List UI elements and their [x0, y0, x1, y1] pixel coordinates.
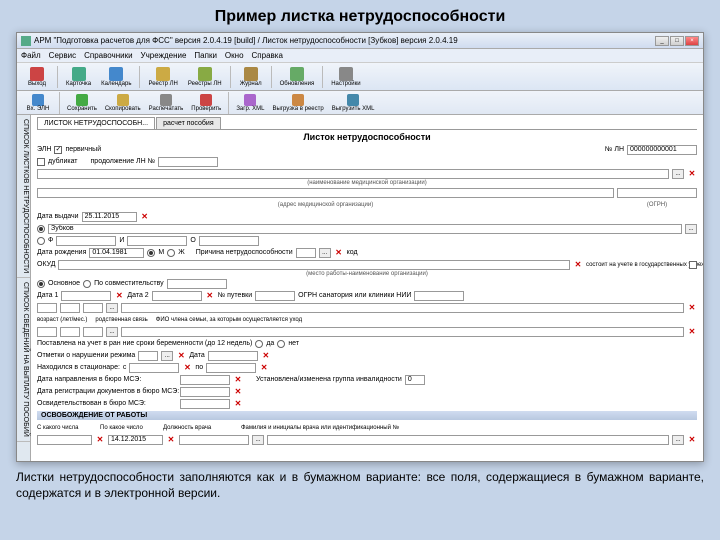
- age-m-input[interactable]: [60, 303, 80, 313]
- check-button[interactable]: Проверить: [188, 93, 224, 113]
- regime-code-input[interactable]: [138, 351, 158, 361]
- tab-benefit-calc[interactable]: расчет пособия: [156, 117, 221, 129]
- titlebar: АРМ "Подготовка расчетов для ФСС" версия…: [17, 33, 703, 49]
- gender-m-radio[interactable]: [147, 249, 155, 257]
- exit-button[interactable]: Выход: [21, 66, 53, 88]
- med-org-input[interactable]: [37, 169, 669, 179]
- app-icon: [21, 36, 31, 46]
- surname-input[interactable]: [56, 236, 116, 246]
- save-button[interactable]: Сохранить: [64, 93, 100, 113]
- okud-input[interactable]: [58, 260, 570, 270]
- name-input[interactable]: [127, 236, 187, 246]
- patient-name-input[interactable]: [48, 224, 682, 234]
- eln-label: ЭЛН: [37, 146, 51, 153]
- dob-input[interactable]: [89, 248, 144, 258]
- hosp-to-input[interactable]: [206, 363, 256, 373]
- tab-disability-sheet[interactable]: ЛИСТОК НЕТРУДОСПОСОБН...: [37, 117, 155, 129]
- patronymic-input[interactable]: [199, 236, 259, 246]
- doctor-fio-input[interactable]: [267, 435, 669, 445]
- cause-lookup[interactable]: ...: [319, 248, 331, 258]
- copy-button[interactable]: Скопировать: [102, 93, 144, 113]
- journal-button[interactable]: Журнал: [235, 66, 267, 88]
- register-button[interactable]: Реестр ЛН: [144, 66, 181, 88]
- tabstrip: ЛИСТОК НЕТРУДОСПОСОБН... расчет пособия: [37, 117, 697, 130]
- settings-button[interactable]: Настройки: [327, 66, 364, 88]
- hosp-from-input[interactable]: [129, 363, 179, 373]
- vertical-tabs: СПИСОК ЛИСТКОВ НЕТРУДОСПОСОБНОСТИ СПИСОК…: [17, 115, 31, 461]
- main-work-radio[interactable]: [37, 280, 45, 288]
- close-button[interactable]: ×: [685, 36, 699, 46]
- vtab-payment-info[interactable]: СПИСОК СВЕДЕНИЙ НА ВЫПЛАТУ ПОСОБИЙ: [17, 278, 30, 442]
- clear-icon[interactable]: ✕: [140, 212, 150, 222]
- clear-icon[interactable]: ✕: [334, 248, 344, 258]
- preg-no-radio[interactable]: [277, 340, 285, 348]
- doctor-position-input[interactable]: [179, 435, 249, 445]
- menu-file[interactable]: Файл: [21, 51, 41, 60]
- primary-checkbox[interactable]: [54, 146, 62, 154]
- statusbar: В локальной базе 1 АРМ ЛН; 1 Сведение(й)…: [17, 461, 703, 462]
- date2-input[interactable]: [152, 291, 202, 301]
- clear-icon[interactable]: ✕: [687, 169, 697, 179]
- load-eln-button[interactable]: Вх. ЭЛН: [21, 93, 55, 113]
- continuation-input[interactable]: [158, 157, 218, 167]
- parttime-num-input[interactable]: [167, 279, 227, 289]
- ogrn-san-input[interactable]: [414, 291, 464, 301]
- app-window: АРМ "Подготовка расчетов для ФСС" версия…: [16, 32, 704, 462]
- sub-toolbar: Вх. ЭЛН Сохранить Скопировать Распечатат…: [17, 91, 703, 115]
- parttime-radio[interactable]: [83, 280, 91, 288]
- load-xml-button[interactable]: Загр. XML: [233, 93, 267, 113]
- updates-button[interactable]: Обновления: [276, 66, 319, 88]
- calendar-button[interactable]: Календарь: [97, 66, 135, 88]
- cause-code-input[interactable]: [296, 248, 316, 258]
- print-button[interactable]: Распечатать: [146, 93, 187, 113]
- patient-lookup[interactable]: ...: [685, 224, 697, 234]
- gender-f-radio[interactable]: [167, 249, 175, 257]
- release-from-input[interactable]: [37, 435, 92, 445]
- mse-dir-input[interactable]: [180, 375, 230, 385]
- form-area: ЛИСТОК НЕТРУДОСПОСОБН... расчет пособия …: [31, 115, 703, 461]
- rel-input[interactable]: [83, 303, 103, 313]
- mse-reg-input[interactable]: [180, 387, 230, 397]
- main-toolbar: Выход Карточка Календарь Реестр ЛН Реест…: [17, 63, 703, 91]
- export-register-button[interactable]: Выгрузка в реестр: [269, 93, 326, 113]
- form-title: Листок нетрудоспособности: [37, 132, 697, 142]
- slide-footer: Листки нетрудоспособности заполняются ка…: [16, 470, 704, 501]
- export-xml-button[interactable]: Выгрузить XML: [329, 93, 378, 113]
- care-fio-input[interactable]: [121, 303, 684, 313]
- maximize-button[interactable]: □: [670, 36, 684, 46]
- slide-title: Пример листка нетрудоспособности: [16, 8, 704, 26]
- duplicate-checkbox[interactable]: [37, 158, 45, 166]
- patient-radio[interactable]: [37, 225, 45, 233]
- employment-checkbox[interactable]: [689, 261, 697, 269]
- date1-input[interactable]: [61, 291, 111, 301]
- menu-window[interactable]: Окно: [225, 51, 244, 60]
- ln-number-input[interactable]: [627, 145, 697, 155]
- clear-icon[interactable]: ✕: [573, 260, 583, 270]
- menubar: Файл Сервис Справочники Учреждение Папки…: [17, 49, 703, 63]
- fio-radio[interactable]: [37, 237, 45, 245]
- voucher-input[interactable]: [255, 291, 295, 301]
- window-title: АРМ "Подготовка расчетов для ФСС" версия…: [34, 36, 458, 45]
- menu-help[interactable]: Справка: [252, 51, 283, 60]
- menu-service[interactable]: Сервис: [49, 51, 76, 60]
- work-release-header: ОСВОБОЖДЕНИЕ ОТ РАБОТЫ: [37, 411, 697, 420]
- vtab-disability-list[interactable]: СПИСОК ЛИСТКОВ НЕТРУДОСПОСОБНОСТИ: [17, 115, 30, 278]
- med-addr-input[interactable]: [37, 188, 614, 198]
- ogrn-input[interactable]: [617, 188, 697, 198]
- issue-date-input[interactable]: [82, 212, 137, 222]
- minimize-button[interactable]: _: [655, 36, 669, 46]
- disability-group-input[interactable]: [405, 375, 425, 385]
- menu-institution[interactable]: Учреждение: [141, 51, 187, 60]
- med-org-lookup[interactable]: ...: [672, 169, 684, 179]
- register-ln-button[interactable]: Реестры ЛН: [184, 66, 226, 88]
- menu-folders[interactable]: Папки: [194, 51, 217, 60]
- regime-date-input[interactable]: [208, 351, 258, 361]
- card-button[interactable]: Карточка: [62, 66, 95, 88]
- release-to-input[interactable]: [108, 435, 163, 445]
- menu-directories[interactable]: Справочники: [84, 51, 132, 60]
- age-y-input[interactable]: [37, 303, 57, 313]
- mse-exam-input[interactable]: [180, 399, 230, 409]
- preg-yes-radio[interactable]: [255, 340, 263, 348]
